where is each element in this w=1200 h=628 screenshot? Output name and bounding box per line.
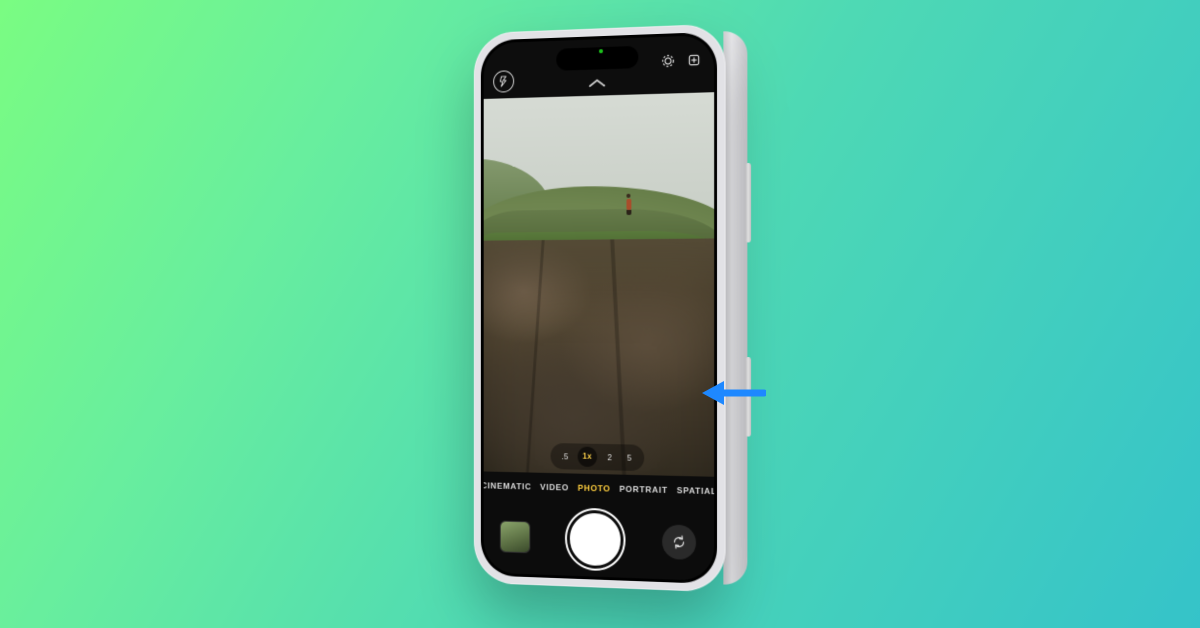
last-photo-thumbnail[interactable] (501, 522, 530, 553)
flash-toggle[interactable] (493, 70, 514, 93)
scene-person (625, 193, 633, 211)
mode-portrait[interactable]: PORTRAIT (619, 484, 667, 495)
night-mode-toggle[interactable] (658, 50, 678, 71)
chevron-up-icon (586, 77, 607, 89)
photographic-styles-icon (686, 52, 702, 69)
camera-control-button[interactable] (745, 357, 751, 437)
camera-active-indicator (599, 49, 603, 53)
power-button[interactable] (745, 163, 751, 243)
zoom-option-1x[interactable]: 1x (578, 447, 597, 468)
mode-photo[interactable]: PHOTO (578, 483, 611, 494)
mode-cinematic[interactable]: CINEMATIC (484, 480, 532, 491)
camera-options-expand[interactable] (584, 73, 609, 92)
camera-viewfinder[interactable]: .5 1x 2 5 (484, 92, 714, 477)
flash-off-icon (498, 75, 509, 87)
camera-app-screen: .5 1x 2 5 CINEMATIC VIDEO PHOTO PORTRAIT… (484, 35, 714, 581)
night-mode-icon (660, 53, 676, 70)
phone-side-rail (723, 30, 747, 585)
zoom-option-2[interactable]: 2 (603, 453, 617, 462)
viewfinder-scene (484, 92, 714, 477)
phone-mockup: .5 1x 2 5 CINEMATIC VIDEO PHOTO PORTRAIT… (471, 30, 729, 586)
dynamic-island (556, 46, 638, 71)
mode-spatial[interactable]: SPATIAL (677, 485, 714, 496)
screen-bezel: .5 1x 2 5 CINEMATIC VIDEO PHOTO PORTRAIT… (481, 32, 717, 585)
zoom-selector[interactable]: .5 1x 2 5 (551, 443, 645, 471)
zoom-option-5[interactable]: 5 (623, 453, 637, 462)
camera-mode-selector[interactable]: CINEMATIC VIDEO PHOTO PORTRAIT SPATIAL (484, 471, 714, 496)
photographic-styles-toggle[interactable] (684, 50, 704, 71)
camera-bottom-toolbar: CINEMATIC VIDEO PHOTO PORTRAIT SPATIAL (484, 471, 714, 581)
camera-flip-button[interactable] (662, 524, 696, 560)
camera-flip-icon (670, 533, 688, 552)
mode-video[interactable]: VIDEO (540, 482, 569, 493)
zoom-option-0-5[interactable]: .5 (558, 452, 572, 461)
shutter-button[interactable] (570, 513, 621, 567)
